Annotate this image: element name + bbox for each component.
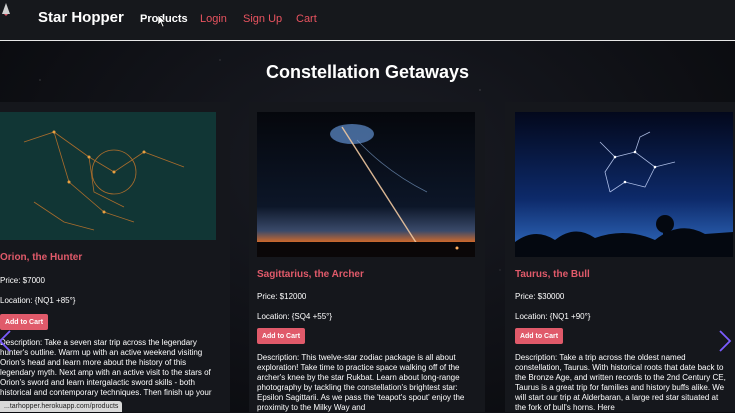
mouse-cursor-icon — [158, 15, 166, 27]
navbar: Star Hopper Products Login Sign Up Cart — [0, 0, 735, 41]
add-to-cart-button[interactable]: Add to Cart — [0, 314, 48, 330]
carousel-next-icon[interactable] — [718, 330, 732, 352]
product-location: Location: {NQ1 +90°} — [515, 312, 591, 321]
product-description: Description: Take a trip across the olde… — [515, 353, 726, 412]
add-to-cart-button[interactable]: Add to Cart — [257, 328, 305, 344]
product-price: Price: $30000 — [515, 292, 565, 301]
rocket-logo-icon — [2, 3, 10, 16]
product-card-taurus: Taurus, the Bull Price: $30000 Location:… — [505, 102, 735, 412]
product-location: Location: {NQ1 +85°} — [0, 296, 76, 305]
carousel-prev-icon[interactable] — [0, 330, 12, 352]
nav-link-sign-up[interactable]: Sign Up — [243, 13, 282, 25]
product-card-sagittarius: Sagittarius, the Archer Price: $12000 Lo… — [249, 102, 485, 412]
add-to-cart-button[interactable]: Add to Cart — [515, 328, 563, 344]
page-title: Constellation Getaways — [265, 62, 470, 82]
product-price: Price: $7000 — [0, 276, 45, 285]
nav-link-cart[interactable]: Cart — [296, 13, 317, 25]
product-title[interactable]: Taurus, the Bull — [515, 269, 590, 280]
product-title[interactable]: Orion, the Hunter — [0, 252, 82, 263]
product-image-orion[interactable] — [0, 112, 216, 240]
brand-link[interactable]: Star Hopper — [38, 9, 124, 26]
product-description: Description: Take a seven star trip acro… — [0, 338, 212, 397]
nav-link-login[interactable]: Login — [200, 13, 227, 25]
status-bar-url: ...tarhopper.herokuapp.com/products — [0, 401, 123, 412]
product-image-sagittarius[interactable] — [257, 112, 475, 257]
product-description: Description: This twelve-star zodiac pac… — [257, 353, 465, 412]
product-price: Price: $12000 — [257, 292, 307, 301]
product-location: Location: {SQ4 +55°} — [257, 312, 333, 321]
product-image-taurus[interactable] — [515, 112, 733, 257]
product-title[interactable]: Sagittarius, the Archer — [257, 269, 364, 280]
product-card-orion: Orion, the Hunter Price: $7000 Location:… — [0, 102, 230, 412]
